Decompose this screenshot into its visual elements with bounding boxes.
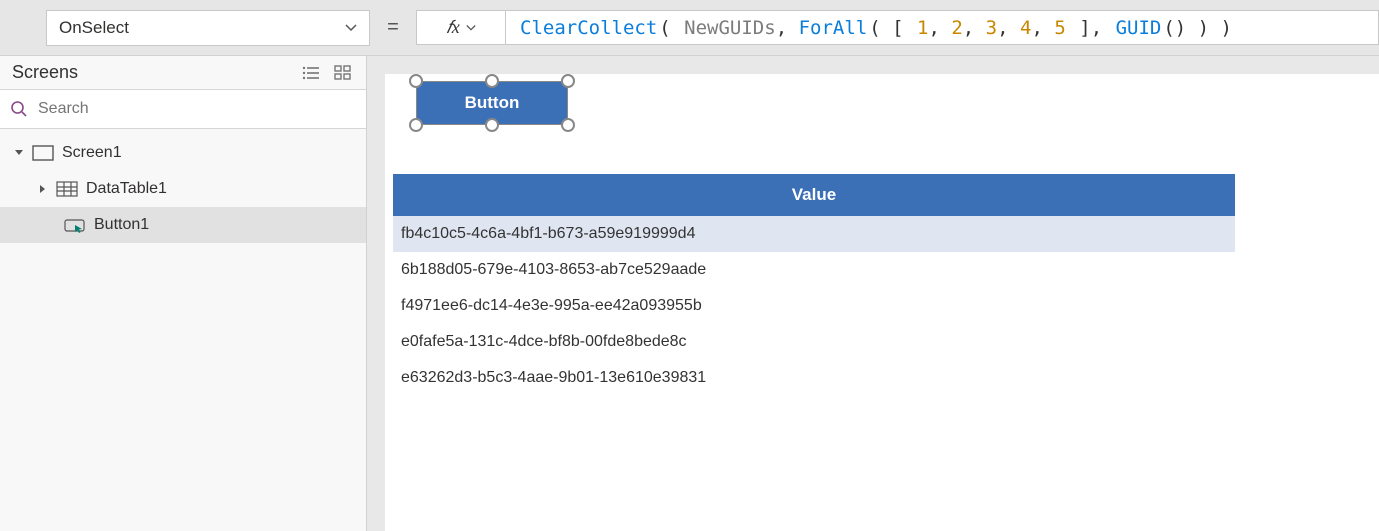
- panel-header: Screens: [0, 56, 366, 89]
- formula-token: ],: [1068, 17, 1114, 39]
- formula-token: (: [659, 17, 682, 39]
- tree-item-button1[interactable]: Button1: [0, 207, 366, 243]
- formula-token: ,: [928, 17, 951, 39]
- equals-label: =: [370, 10, 416, 45]
- tree-item-label: DataTable1: [86, 180, 167, 198]
- formula-token: 2: [951, 17, 962, 39]
- table-row[interactable]: f4971ee6-dc14-4e3e-995a-ee42a093955b: [393, 288, 1235, 324]
- search-box[interactable]: [0, 89, 366, 129]
- selection-handle[interactable]: [485, 74, 499, 88]
- formula-token: NewGUIDs: [684, 17, 776, 39]
- tree-item-label: Screen1: [62, 144, 122, 162]
- formula-token: 5: [1054, 17, 1065, 39]
- chevron-down-icon: [345, 22, 357, 34]
- formula-token: 1: [917, 17, 928, 39]
- formula-token: ClearCollect: [520, 17, 657, 39]
- property-dropdown[interactable]: OnSelect: [46, 10, 370, 46]
- caret-right-icon: [38, 184, 48, 194]
- panel-title: Screens: [12, 62, 78, 83]
- tree-item-datatable1[interactable]: DataTable1: [0, 171, 366, 207]
- screen-icon: [32, 144, 54, 162]
- datatable-control[interactable]: Value fb4c10c5-4c6a-4bf1-b673-a59e919999…: [393, 174, 1235, 396]
- fx-dropdown[interactable]: 𝑓x: [416, 10, 506, 45]
- datatable-header-label: Value: [792, 185, 836, 205]
- selection-handle[interactable]: [409, 74, 423, 88]
- selection-handle[interactable]: [561, 74, 575, 88]
- table-row[interactable]: e0fafe5a-131c-4dce-bf8b-00fde8bede8c: [393, 324, 1235, 360]
- chevron-down-icon: [466, 23, 476, 33]
- formula-token: GUID: [1116, 17, 1162, 39]
- formula-token: ( [: [869, 17, 915, 39]
- canvas-area[interactable]: Button Value fb4c10c5-4c6a-4bf1-b673-a59…: [367, 56, 1379, 531]
- tree-view-panel: Screens: [0, 56, 367, 531]
- table-row[interactable]: 6b188d05-679e-4103-8653-ab7ce529aade: [393, 252, 1235, 288]
- table-row[interactable]: e63262d3-b5c3-4aae-9b01-13e610e39831: [393, 360, 1235, 396]
- table-icon: [56, 180, 78, 198]
- formula-token: 3: [986, 17, 997, 39]
- screen-canvas[interactable]: Button Value fb4c10c5-4c6a-4bf1-b673-a59…: [385, 74, 1379, 531]
- fx-icon: 𝑓x: [446, 17, 460, 38]
- table-row[interactable]: fb4c10c5-4c6a-4bf1-b673-a59e919999d4: [393, 216, 1235, 252]
- property-dropdown-value: OnSelect: [59, 18, 129, 38]
- thumbnail-view-icon[interactable]: [334, 65, 352, 81]
- selection-handle[interactable]: [561, 118, 575, 132]
- formula-token: ,: [776, 17, 799, 39]
- list-view-icon[interactable]: [302, 65, 320, 81]
- formula-token: ForAll: [799, 17, 868, 39]
- formula-token: () ) ): [1163, 17, 1232, 39]
- button-label: Button: [465, 93, 520, 113]
- caret-down-icon: [14, 148, 24, 158]
- button-icon: [64, 216, 86, 234]
- formula-bar: OnSelect = 𝑓x ClearCollect( NewGUIDs, Fo…: [0, 0, 1379, 56]
- search-input[interactable]: [38, 100, 356, 118]
- tree-item-label: Button1: [94, 216, 149, 234]
- search-icon: [10, 100, 28, 118]
- formula-input[interactable]: ClearCollect( NewGUIDs, ForAll( [ 1, 2, …: [506, 10, 1379, 45]
- formula-token: ,: [997, 17, 1020, 39]
- selection-handle[interactable]: [485, 118, 499, 132]
- formula-token: ,: [963, 17, 986, 39]
- datatable-header[interactable]: Value: [393, 174, 1235, 216]
- formula-token: ,: [1031, 17, 1054, 39]
- tree-view: Screen1 DataTable1: [0, 129, 366, 243]
- formula-token: 4: [1020, 17, 1031, 39]
- selection-handle[interactable]: [409, 118, 423, 132]
- tree-item-screen1[interactable]: Screen1: [0, 135, 366, 171]
